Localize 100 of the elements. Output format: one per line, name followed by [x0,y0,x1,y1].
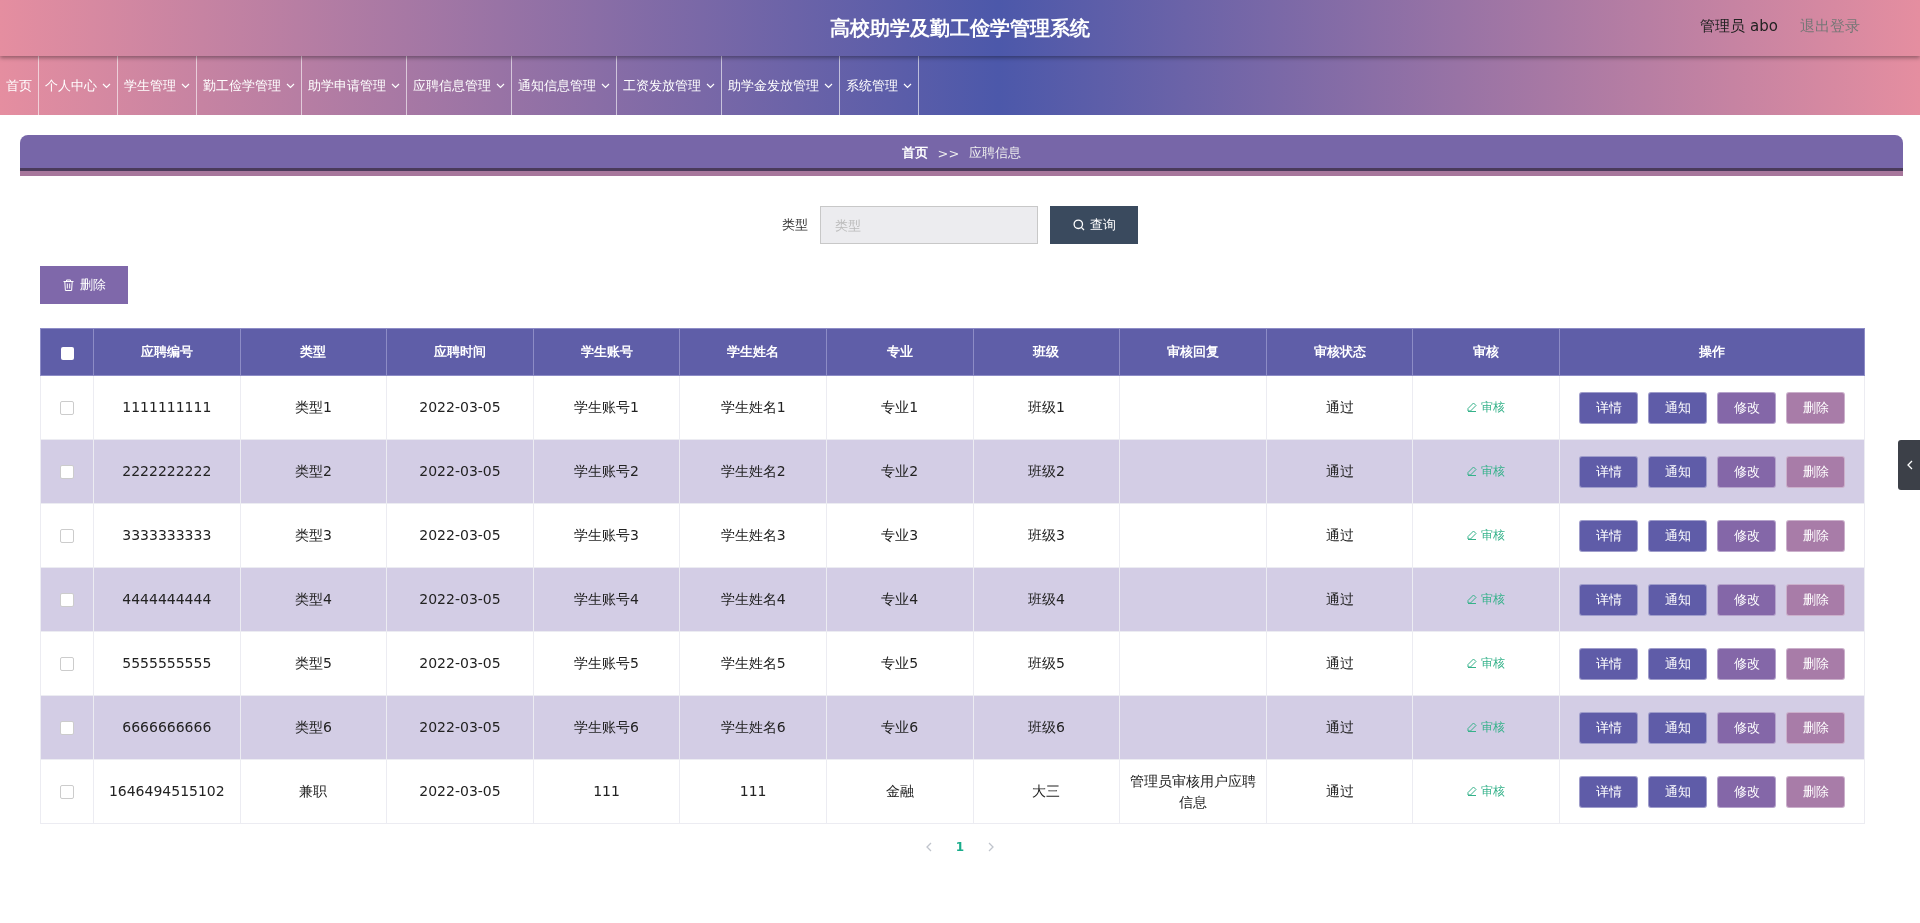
name-cell-text: 学生姓名1 [720,398,786,417]
row-action-button[interactable]: 详情 [1579,711,1638,744]
row-action-button[interactable]: 修改 [1717,391,1776,424]
name-cell-text: 111 [739,782,767,801]
audit-link[interactable]: 审核 [1467,654,1506,672]
delete-button[interactable]: 删除 [40,266,128,304]
nav-menu-item[interactable]: 系统管理 [840,56,919,115]
major-cell-text: 专业3 [881,526,919,545]
major-cell-text: 专业6 [881,718,919,737]
nav-menu-item[interactable]: 助学申请管理 [302,56,407,115]
caret-icon [824,82,833,89]
row-checkbox[interactable] [60,593,74,607]
row-action-button[interactable]: 通知 [1648,519,1707,552]
row-action-button[interactable]: 通知 [1648,455,1707,488]
nav-menu-item[interactable]: 工资发放管理 [617,56,722,115]
pencil-icon [1467,594,1478,604]
row-action-button[interactable]: 修改 [1717,455,1776,488]
previous-page-icon[interactable] [924,842,932,852]
row-checkbox[interactable] [60,529,74,543]
row-action-button[interactable]: 修改 [1717,711,1776,744]
row-action-button[interactable]: 详情 [1579,647,1638,680]
row-action-button[interactable]: 通知 [1648,711,1707,744]
row-action-button[interactable]: 修改 [1717,583,1776,616]
row-action-button[interactable]: 修改 [1717,519,1776,552]
id-cell-text: 1646494515102 [108,782,225,801]
date-cell-text: 2022-03-05 [419,462,501,481]
type-cell-text: 类型5 [294,654,332,673]
nav-menu-item[interactable]: 学生管理 [118,56,197,115]
row-action-button[interactable]: 通知 [1648,583,1707,616]
chevron-left-icon [1905,460,1913,470]
column-header: 学生账号 [533,328,680,376]
select-all-checkbox[interactable] [60,346,74,360]
status-cell-text: 通过 [1325,462,1354,481]
row-action-button[interactable]: 通知 [1648,391,1707,424]
type-cell-text: 类型3 [294,526,332,545]
column-header: 学生姓名 [679,328,827,376]
audit-link[interactable]: 审核 [1467,782,1506,800]
row-checkbox[interactable] [60,785,74,799]
id-cell-text: 4444444444 [122,590,212,609]
date-cell-text: 2022-03-05 [419,718,501,737]
status-cell-text: 通过 [1325,718,1354,737]
row-action-button[interactable]: 删除 [1786,711,1845,744]
row-action-button[interactable]: 通知 [1648,775,1707,808]
row-action-button[interactable]: 删除 [1786,519,1845,552]
nav-menu-item[interactable]: 助学金发放管理 [722,56,840,115]
column-header: 专业 [826,328,974,376]
date-cell-text: 2022-03-05 [419,654,501,673]
search-button[interactable]: 查询 [1050,206,1138,244]
major-cell-text: 专业5 [881,654,919,673]
row-action-button[interactable]: 详情 [1579,455,1638,488]
id-cell-text: 3333333333 [122,526,212,545]
system-title: 高校助学及勤工俭学管理系统 [830,14,1090,42]
caret-icon [496,82,505,89]
id-cell-text: 6666666666 [122,718,212,737]
nav-menu-item[interactable]: 首页 [0,56,39,115]
caret-icon [903,82,912,89]
pencil-icon [1467,658,1478,668]
row-action-button[interactable]: 删除 [1786,583,1845,616]
row-action-button[interactable]: 删除 [1786,775,1845,808]
pencil-icon [1467,722,1478,732]
row-action-button[interactable]: 删除 [1786,391,1845,424]
caret-icon [706,82,715,89]
nav-menu-item[interactable]: 勤工俭学管理 [197,56,302,115]
date-cell-text: 2022-03-05 [419,526,501,545]
column-header: 审核 [1412,328,1560,376]
row-action-button[interactable]: 修改 [1717,775,1776,808]
nav-menu-item[interactable]: 个人中心 [39,56,118,115]
side-toggle-button[interactable] [1898,440,1920,490]
major-cell-text: 金融 [885,782,914,801]
row-checkbox[interactable] [60,465,74,479]
id-cell-text: 5555555555 [122,654,212,673]
row-action-button[interactable]: 修改 [1717,647,1776,680]
row-action-button[interactable]: 删除 [1786,455,1845,488]
column-header: 应聘编号 [93,328,241,376]
column-header: 操作 [1559,328,1865,376]
row-action-button[interactable]: 详情 [1579,519,1638,552]
row-checkbox[interactable] [60,657,74,671]
type-cell-text: 类型4 [294,590,332,609]
row-action-button[interactable]: 详情 [1579,391,1638,424]
caret-icon [286,82,295,89]
row-action-button[interactable]: 详情 [1579,775,1638,808]
class-cell-text: 班级3 [1027,526,1065,545]
class-cell-text: 班级2 [1027,462,1065,481]
next-page-icon[interactable] [988,842,996,852]
page-number[interactable]: 1 [955,840,965,854]
breadcrumb-home-link[interactable]: 首页 [901,144,928,162]
status-cell-text: 通过 [1325,654,1354,673]
row-action-button[interactable]: 详情 [1579,583,1638,616]
search-icon [1072,219,1085,231]
column-header: 审核回复 [1119,328,1267,376]
trash-icon [62,279,74,291]
nav-menu-item[interactable]: 应聘信息管理 [407,56,512,115]
nav-menu-item[interactable]: 通知信息管理 [512,56,617,115]
audit-link[interactable]: 审核 [1467,398,1506,416]
audit-link[interactable]: 审核 [1467,526,1506,544]
row-checkbox[interactable] [60,401,74,415]
row-action-button[interactable]: 通知 [1648,647,1707,680]
row-checkbox[interactable] [60,721,74,735]
name-cell-text: 学生姓名3 [720,526,786,545]
row-action-button[interactable]: 删除 [1786,647,1845,680]
